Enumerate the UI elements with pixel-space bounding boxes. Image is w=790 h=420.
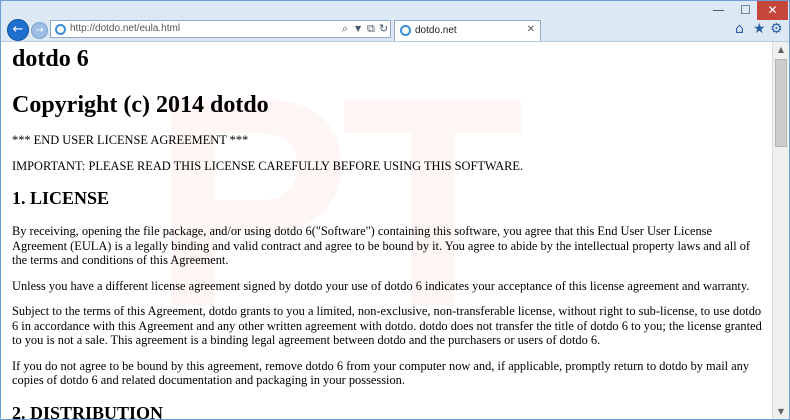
tab-page-icon	[400, 25, 411, 36]
license-paragraph: If you do not agree to be bound by this …	[12, 358, 750, 388]
refresh-icon[interactable]: ↻	[379, 22, 388, 36]
browser-toolbar: — ☐ ✕ ← → http://dotdo.net/eula.html ⌕ ▼…	[1, 1, 789, 42]
section-heading-distribution: 2. DISTRIBUTION	[12, 402, 164, 420]
compatibility-view-icon[interactable]: ⧉	[367, 22, 375, 36]
page-content: PT dotdo 6 Copyright (c) 2014 dotdo *** …	[1, 42, 772, 420]
vertical-scrollbar[interactable]: ▲ ▼	[772, 42, 789, 419]
dropdown-arrow-icon[interactable]: ▼	[355, 22, 361, 36]
page-title: dotdo 6	[12, 46, 89, 72]
scroll-thumb[interactable]	[775, 59, 787, 147]
scroll-up-arrow-icon[interactable]: ▲	[773, 42, 789, 58]
scroll-down-arrow-icon[interactable]: ▼	[773, 404, 789, 419]
eula-banner-text: *** END USER LICENSE AGREEMENT ***	[12, 133, 249, 147]
important-notice: IMPORTANT: PLEASE READ THIS LICENSE CARE…	[12, 158, 524, 173]
url-text[interactable]: http://dotdo.net/eula.html	[70, 23, 180, 34]
favorites-star-icon[interactable]: ★	[753, 21, 766, 37]
maximize-button[interactable]: ☐	[732, 1, 759, 20]
page-icon	[55, 24, 66, 35]
section-heading-license: 1. LICENSE	[12, 188, 110, 208]
forward-button[interactable]: →	[31, 22, 48, 39]
back-button[interactable]: ←	[7, 19, 29, 41]
tab-close-icon[interactable]: ✕	[527, 24, 535, 35]
license-paragraph: By receiving, opening the file package, …	[12, 224, 751, 267]
gear-icon[interactable]: ⚙	[770, 21, 783, 37]
license-paragraph: Subject to the terms of this Agreement, …	[12, 304, 762, 347]
tab-title: dotdo.net	[415, 25, 457, 36]
home-icon[interactable]: ⌂	[735, 21, 744, 37]
copyright-heading: Copyright (c) 2014 dotdo	[12, 92, 269, 118]
close-button[interactable]: ✕	[757, 1, 788, 20]
search-icon[interactable]: ⌕	[342, 22, 348, 36]
eula-document: dotdo 6 Copyright (c) 2014 dotdo *** END…	[12, 42, 764, 420]
license-paragraph: Unless you have a different license agre…	[12, 278, 750, 293]
minimize-button[interactable]: —	[705, 1, 732, 20]
tab-dotdo[interactable]: dotdo.net ✕	[394, 20, 541, 41]
browser-window: — ☐ ✕ ← → http://dotdo.net/eula.html ⌕ ▼…	[0, 0, 790, 420]
address-bar[interactable]: http://dotdo.net/eula.html ⌕ ▼ ⧉ ↻	[50, 20, 391, 38]
